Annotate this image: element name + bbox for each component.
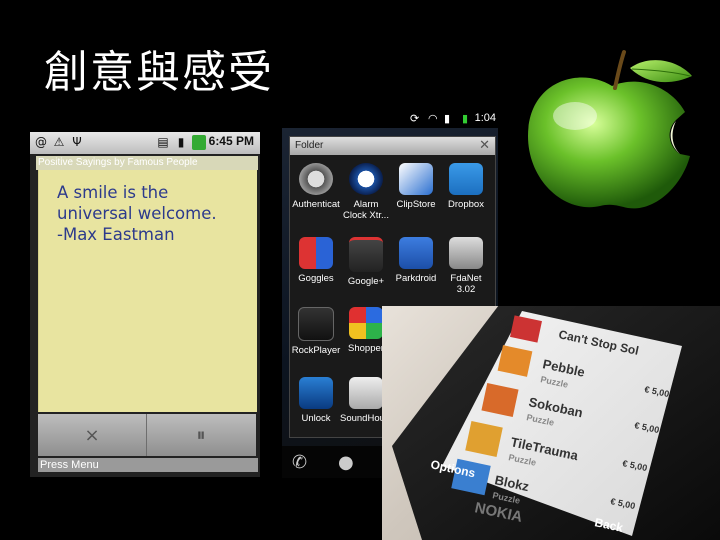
battery-icon: ▮ <box>462 112 469 125</box>
menu-hint: Press Menu <box>38 458 258 472</box>
at-icon: @ <box>35 135 47 149</box>
app-alarm-clock[interactable]: Alarm Clock Xtr... <box>340 163 392 221</box>
phone-icon[interactable]: ✆ <box>292 452 307 473</box>
nokia-phone-photo: Can't Stop Sol Pebble Puzzle € 5,00 Soko… <box>382 306 720 540</box>
app-label: Google+ <box>347 276 385 287</box>
close-icon[interactable]: ✕ <box>479 138 490 153</box>
app-title: Positive Sayings by Famous People <box>36 156 258 170</box>
app-authenticator[interactable]: Authenticat <box>290 163 342 210</box>
app-clipstore[interactable]: ClipStore <box>390 163 442 210</box>
quote-line: universal welcome. <box>57 204 217 223</box>
app-label: Goggles <box>298 273 334 284</box>
dropbox-icon <box>449 163 483 195</box>
pause-icon: ⏸ <box>196 425 206 446</box>
google-plus-icon <box>349 237 383 272</box>
sync-icon: ⟳ <box>410 112 420 125</box>
quote-line: A smile is the <box>57 183 169 202</box>
microphone-icon <box>349 377 383 409</box>
apple-illustration <box>528 50 692 209</box>
folder-header: Folder ✕ <box>290 137 495 155</box>
app-label: FdaNet 3.02 <box>450 273 482 295</box>
wifi-icon: ◠ <box>428 112 438 125</box>
app-unlock[interactable]: Unlock <box>290 377 342 424</box>
fdanet-icon <box>449 237 483 269</box>
app-fdanet[interactable]: FdaNet 3.02 <box>440 237 492 295</box>
status-time: 6:45 PM <box>208 134 254 148</box>
status-bar: ⟳ ◠ ▮ ▮ 1:04 <box>282 110 498 128</box>
nokia-illustration: Can't Stop Sol Pebble Puzzle € 5,00 Soko… <box>392 306 720 540</box>
usb-icon: Ψ <box>72 135 82 149</box>
alarm-clock-icon <box>349 163 383 195</box>
authenticator-icon <box>299 163 333 195</box>
app-label: Unlock <box>301 413 331 424</box>
app-label: ClipStore <box>396 199 436 210</box>
close-icon: × <box>84 425 100 446</box>
close-button[interactable]: × <box>38 414 147 456</box>
android-phone-quote-app: @ ⚠ Ψ ▤ ▮ 6:45 PM Positive Sayings by Fa… <box>30 132 260 477</box>
pause-button[interactable]: ⏸ <box>147 414 255 456</box>
folder-title: Folder <box>295 140 324 151</box>
app-rockplayer[interactable]: RockPlayer <box>290 307 342 356</box>
signal-icon: ▮ <box>177 135 185 149</box>
shopper-icon <box>349 307 383 339</box>
slide-title: 創意與感受 <box>44 47 274 98</box>
parkdroid-icon <box>399 237 433 269</box>
warning-icon: ⚠ <box>53 135 65 149</box>
app-label: Authenticat <box>292 199 340 210</box>
app-label: Dropbox <box>448 199 484 210</box>
app-label: RockPlayer <box>291 345 341 356</box>
app-parkdroid[interactable]: Parkdroid <box>390 237 442 284</box>
quote-text: A smile is the universal welcome. -Max E… <box>57 182 252 245</box>
status-time: 1:04 <box>474 112 496 124</box>
button-bar: × ⏸ <box>38 414 256 456</box>
goggles-icon <box>299 237 333 269</box>
quote-line: -Max Eastman <box>57 225 175 244</box>
quote-card: A smile is the universal welcome. -Max E… <box>38 170 257 412</box>
app-label: Parkdroid <box>395 273 437 284</box>
app-label: Alarm Clock Xtr... <box>343 199 389 221</box>
contacts-icon[interactable]: ● <box>338 452 354 473</box>
rockplayer-icon <box>298 307 334 341</box>
vibrate-icon: ▤ <box>157 135 169 149</box>
signal-icon: ▮ <box>444 112 451 125</box>
app-goggles[interactable]: Goggles <box>290 237 342 284</box>
unlock-icon <box>299 377 333 409</box>
app-google-plus[interactable]: Google+ <box>340 237 392 287</box>
status-bar: @ ⚠ Ψ ▤ ▮ 6:45 PM <box>30 132 260 154</box>
app-dropbox[interactable]: Dropbox <box>440 163 492 210</box>
clipstore-icon <box>399 163 433 195</box>
battery-icon <box>192 135 206 150</box>
